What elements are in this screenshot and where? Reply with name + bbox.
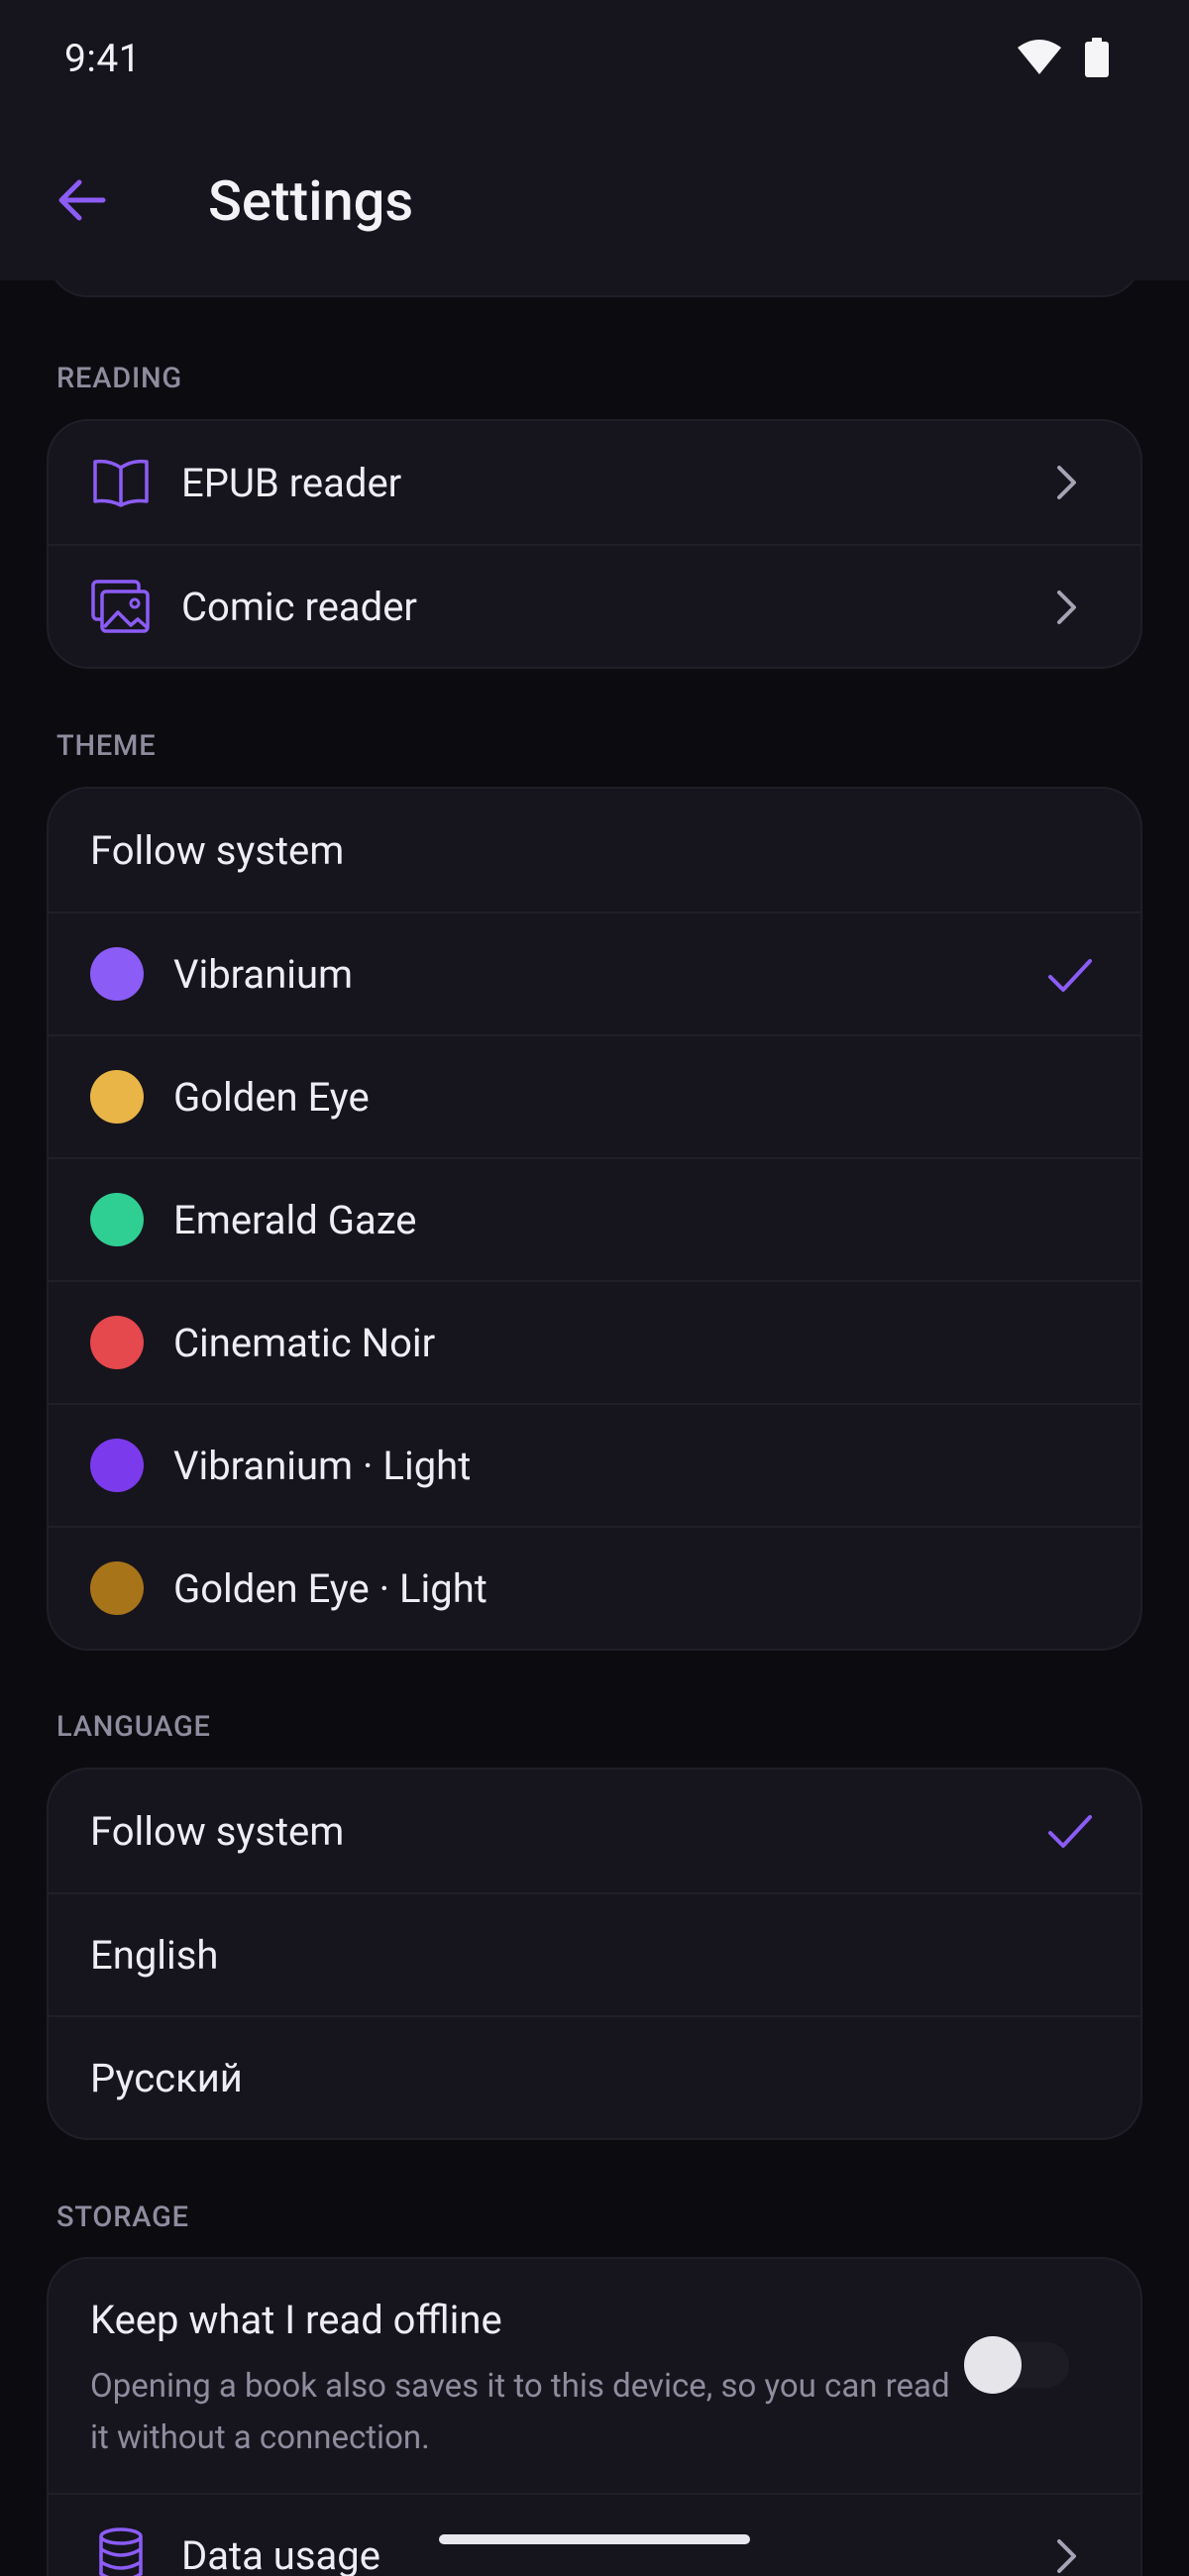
section-label-reading: READING bbox=[56, 362, 182, 395]
battery-icon bbox=[1084, 38, 1110, 81]
status-time: 9:41 bbox=[64, 36, 142, 81]
checkmark-icon bbox=[1045, 951, 1095, 1001]
section-label-storage: STORAGE bbox=[56, 2200, 189, 2234]
theme-follow-system-label: Follow system bbox=[90, 826, 345, 874]
reading-card: EPUB reader Comic reader bbox=[47, 419, 1142, 669]
back-button[interactable] bbox=[40, 161, 123, 244]
page-title: Settings bbox=[208, 168, 414, 234]
chevron-right-icon bbox=[1041, 583, 1091, 632]
language-follow-system[interactable]: Follow system bbox=[49, 1770, 1140, 1892]
theme-option-emerald-gaze[interactable]: Emerald Gaze bbox=[49, 1157, 1140, 1280]
language-russian[interactable]: Русский bbox=[49, 2015, 1140, 2138]
theme-option-label: Golden Eye · Light bbox=[173, 1564, 487, 1612]
app-bar: 9:41 Settings bbox=[0, 0, 1189, 280]
language-card: Follow system English Русский bbox=[47, 1768, 1142, 2140]
comic-reader-item[interactable]: Comic reader bbox=[49, 544, 1140, 667]
chevron-right-icon bbox=[1041, 2531, 1091, 2576]
theme-option-cinematic-noir[interactable]: Cinematic Noir bbox=[49, 1280, 1140, 1403]
storage-card: Keep what I read offline Opening a book … bbox=[47, 2257, 1142, 2576]
database-icon bbox=[90, 2524, 152, 2576]
book-open-icon bbox=[90, 452, 152, 513]
settings-screen: 9:41 Settings READING EPUB reader Comic … bbox=[0, 0, 1189, 2576]
theme-option-label: Cinematic Noir bbox=[173, 1319, 436, 1366]
theme-option-golden-eye-light[interactable]: Golden Eye · Light bbox=[49, 1526, 1140, 1649]
language-english[interactable]: English bbox=[49, 1892, 1140, 2015]
color-swatch bbox=[90, 1439, 144, 1492]
theme-option-vibranium[interactable]: Vibranium bbox=[49, 912, 1140, 1034]
theme-option-golden-eye[interactable]: Golden Eye bbox=[49, 1034, 1140, 1157]
color-swatch bbox=[90, 1316, 144, 1369]
language-option-label: Русский bbox=[90, 2054, 243, 2101]
status-icons bbox=[1017, 38, 1110, 81]
theme-option-label: Vibranium bbox=[173, 950, 354, 998]
theme-option-label: Emerald Gaze bbox=[173, 1196, 417, 1243]
keep-offline-title: Keep what I read offline bbox=[90, 2297, 502, 2343]
color-swatch bbox=[90, 1561, 144, 1615]
section-label-theme: THEME bbox=[56, 729, 157, 763]
checkmark-icon bbox=[1045, 1807, 1095, 1857]
language-option-label: English bbox=[90, 1931, 219, 1979]
home-indicator[interactable] bbox=[439, 2534, 750, 2544]
section-label-language: LANGUAGE bbox=[56, 1710, 211, 1744]
keep-offline-item: Keep what I read offline Opening a book … bbox=[49, 2259, 1140, 2493]
chevron-right-icon bbox=[1041, 458, 1091, 507]
keep-offline-toggle[interactable] bbox=[964, 2336, 1069, 2394]
theme-card: Follow system Vibranium Golden Eye Emera… bbox=[47, 787, 1142, 1651]
epub-reader-label: EPUB reader bbox=[181, 459, 402, 506]
data-usage-label: Data usage bbox=[181, 2531, 380, 2576]
toggle-knob bbox=[964, 2336, 1022, 2394]
theme-option-vibranium-light[interactable]: Vibranium · Light bbox=[49, 1403, 1140, 1526]
wifi-icon bbox=[1017, 40, 1062, 79]
epub-reader-item[interactable]: EPUB reader bbox=[49, 421, 1140, 544]
color-swatch bbox=[90, 1070, 144, 1124]
language-option-label: Follow system bbox=[90, 1807, 345, 1855]
theme-follow-system[interactable]: Follow system bbox=[49, 789, 1140, 912]
comic-reader-label: Comic reader bbox=[181, 583, 417, 630]
color-swatch bbox=[90, 1193, 144, 1246]
theme-option-label: Golden Eye bbox=[173, 1073, 370, 1121]
images-icon bbox=[90, 576, 152, 637]
arrow-left-icon bbox=[55, 178, 107, 226]
keep-offline-description: Opening a book also saves it to this dev… bbox=[90, 2367, 950, 2457]
theme-option-label: Vibranium · Light bbox=[173, 1442, 472, 1489]
color-swatch bbox=[90, 947, 144, 1001]
